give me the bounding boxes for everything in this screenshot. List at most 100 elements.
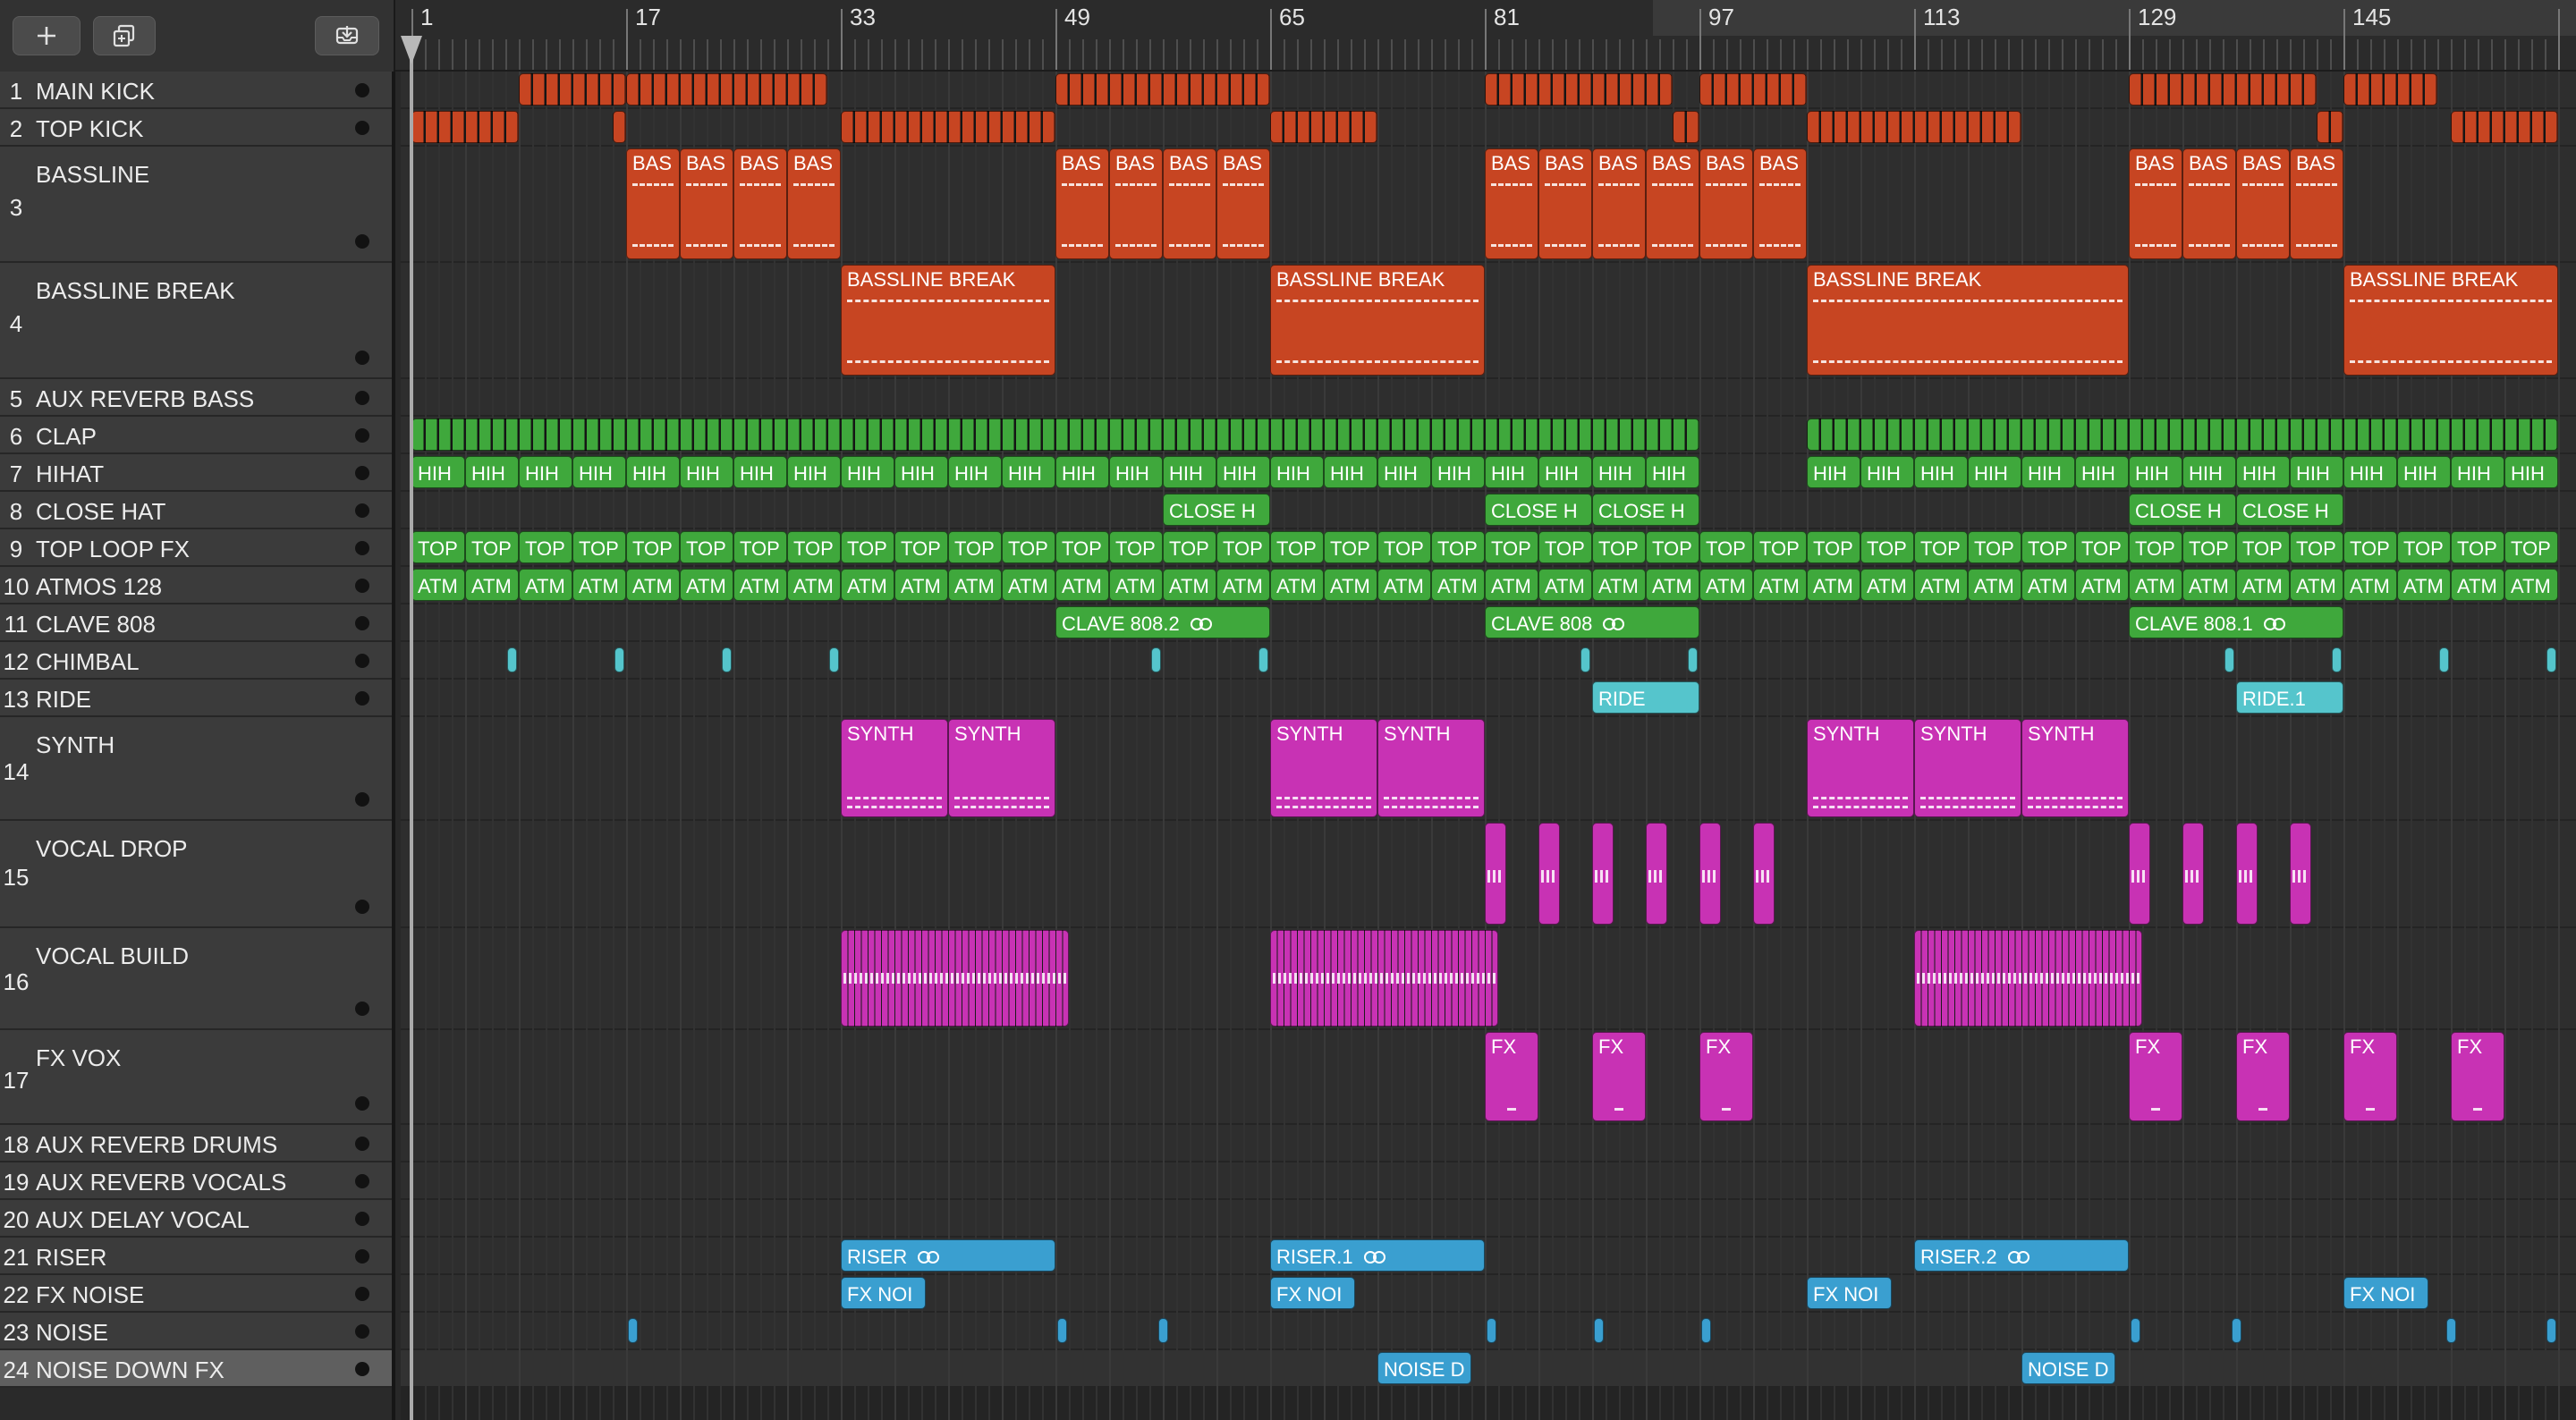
region-top-kick[interactable]: [1673, 111, 1699, 143]
track-header-atmos-128[interactable]: 10 ATMOS 128: [0, 567, 392, 604]
region-atm[interactable]: ATM: [1646, 569, 1699, 601]
region-atm[interactable]: ATM: [2504, 569, 2558, 601]
region-top[interactable]: TOP: [2451, 531, 2504, 563]
region-main-kick[interactable]: [1699, 73, 1807, 106]
record-enable-button[interactable]: [355, 83, 369, 97]
region-bas[interactable]: BAS: [626, 148, 680, 259]
region-noise-hit[interactable]: [1701, 1318, 1711, 1343]
region-fx[interactable]: FX: [2236, 1032, 2290, 1121]
region-noise-hit[interactable]: [2445, 1318, 2456, 1343]
region-vocal-drop[interactable]: [2290, 823, 2311, 925]
region-hih[interactable]: HIH: [465, 456, 519, 488]
track-header-bassline-break[interactable]: 4 BASSLINE BREAK: [0, 263, 392, 379]
region-top[interactable]: TOP: [2290, 531, 2343, 563]
region-top[interactable]: TOP: [2021, 531, 2075, 563]
region-top[interactable]: TOP: [1377, 531, 1431, 563]
region-top[interactable]: TOP: [572, 531, 626, 563]
region-chimbal-hit[interactable]: [722, 647, 732, 672]
region-atm[interactable]: ATM: [1216, 569, 1270, 601]
region-atm[interactable]: ATM: [1055, 569, 1109, 601]
region-atm[interactable]: ATM: [1968, 569, 2021, 601]
region-hih[interactable]: HIH: [1968, 456, 2021, 488]
region-clap[interactable]: [411, 418, 1699, 451]
region-atm[interactable]: ATM: [894, 569, 948, 601]
region-vocal-drop[interactable]: [1699, 823, 1721, 925]
region-hih[interactable]: HIH: [1646, 456, 1699, 488]
record-enable-button[interactable]: [355, 616, 369, 630]
region-hih[interactable]: HIH: [1002, 456, 1055, 488]
region-noise-hit[interactable]: [2231, 1318, 2241, 1343]
region-atm[interactable]: ATM: [1699, 569, 1753, 601]
track-header-noise-down-fx[interactable]: 24 NOISE DOWN FX: [0, 1350, 392, 1388]
region-close-h[interactable]: CLOSE H: [1163, 494, 1270, 526]
region-top[interactable]: TOP: [894, 531, 948, 563]
region-noise-hit[interactable]: [628, 1318, 638, 1343]
region-synth[interactable]: SYNTH: [1914, 719, 2021, 817]
region-chimbal-hit[interactable]: [2332, 647, 2342, 672]
region-noise-hit[interactable]: [2546, 1318, 2556, 1343]
region-top[interactable]: TOP: [1002, 531, 1055, 563]
region-chimbal-hit[interactable]: [2224, 647, 2234, 672]
duplicate-track-button[interactable]: [93, 16, 156, 55]
region-chimbal-hit[interactable]: [1151, 647, 1161, 672]
region-vocal-drop[interactable]: [1538, 823, 1560, 925]
region-atm[interactable]: ATM: [787, 569, 841, 601]
region-fx-noi[interactable]: FX NOI: [1807, 1277, 1892, 1309]
region-riser-2[interactable]: RISER.2: [1914, 1239, 2129, 1272]
region-top[interactable]: TOP: [2504, 531, 2558, 563]
region-hih[interactable]: HIH: [1270, 456, 1324, 488]
region-bas[interactable]: BAS: [1699, 148, 1753, 259]
region-top[interactable]: TOP: [1485, 531, 1538, 563]
region-top[interactable]: TOP: [465, 531, 519, 563]
track-header-aux-reverb-drums[interactable]: 18 AUX REVERB DRUMS: [0, 1125, 392, 1162]
region-fx-noi[interactable]: FX NOI: [841, 1277, 926, 1309]
region-atm[interactable]: ATM: [1485, 569, 1538, 601]
region-clave-808-2[interactable]: CLAVE 808.2: [1055, 606, 1270, 638]
region-hih[interactable]: HIH: [626, 456, 680, 488]
region-bassline-break[interactable]: BASSLINE BREAK: [1270, 265, 1485, 376]
region-hih[interactable]: HIH: [1807, 456, 1860, 488]
region-hih[interactable]: HIH: [572, 456, 626, 488]
region-synth[interactable]: SYNTH: [1807, 719, 1914, 817]
region-hih[interactable]: HIH: [1377, 456, 1431, 488]
record-enable-button[interactable]: [355, 466, 369, 480]
record-enable-button[interactable]: [355, 792, 369, 807]
region-hih[interactable]: HIH: [948, 456, 1002, 488]
region-atm[interactable]: ATM: [572, 569, 626, 601]
region-top[interactable]: TOP: [841, 531, 894, 563]
track-header-close-hat[interactable]: 8 CLOSE HAT: [0, 492, 392, 529]
record-enable-button[interactable]: [355, 1137, 369, 1151]
region-top-kick[interactable]: [411, 111, 519, 143]
region-top[interactable]: TOP: [1646, 531, 1699, 563]
track-header-aux-reverb-vocals[interactable]: 19 AUX REVERB VOCALS: [0, 1162, 392, 1200]
region-main-kick[interactable]: [626, 73, 827, 106]
region-bassline-break[interactable]: BASSLINE BREAK: [1807, 265, 2129, 376]
playhead-handle-icon[interactable]: [401, 36, 422, 64]
record-enable-button[interactable]: [355, 1096, 369, 1111]
region-hih[interactable]: HIH: [2397, 456, 2451, 488]
region-close-h[interactable]: CLOSE H: [2236, 494, 2343, 526]
region-bas[interactable]: BAS: [2129, 148, 2182, 259]
region-hih[interactable]: HIH: [1914, 456, 1968, 488]
region-atm[interactable]: ATM: [1807, 569, 1860, 601]
record-enable-button[interactable]: [355, 691, 369, 706]
region-hih[interactable]: HIH: [1163, 456, 1216, 488]
region-bas[interactable]: BAS: [787, 148, 841, 259]
region-main-kick[interactable]: [1055, 73, 1270, 106]
region-atm[interactable]: ATM: [2075, 569, 2129, 601]
region-hih[interactable]: HIH: [2236, 456, 2290, 488]
region-atm[interactable]: ATM: [733, 569, 787, 601]
record-enable-button[interactable]: [355, 351, 369, 365]
region-fx-noi[interactable]: FX NOI: [2343, 1277, 2428, 1309]
track-header-fx-vox[interactable]: 17 FX VOX: [0, 1030, 392, 1125]
region-bas[interactable]: BAS: [1216, 148, 1270, 259]
region-bassline-break[interactable]: BASSLINE BREAK: [2343, 265, 2558, 376]
region-top[interactable]: TOP: [1324, 531, 1377, 563]
record-enable-button[interactable]: [355, 503, 369, 518]
region-top[interactable]: TOP: [1699, 531, 1753, 563]
region-hih[interactable]: HIH: [2182, 456, 2236, 488]
region-atm[interactable]: ATM: [1163, 569, 1216, 601]
region-chimbal-hit[interactable]: [2439, 647, 2449, 672]
region-hih[interactable]: HIH: [1860, 456, 1914, 488]
region-top-kick[interactable]: [841, 111, 1055, 143]
